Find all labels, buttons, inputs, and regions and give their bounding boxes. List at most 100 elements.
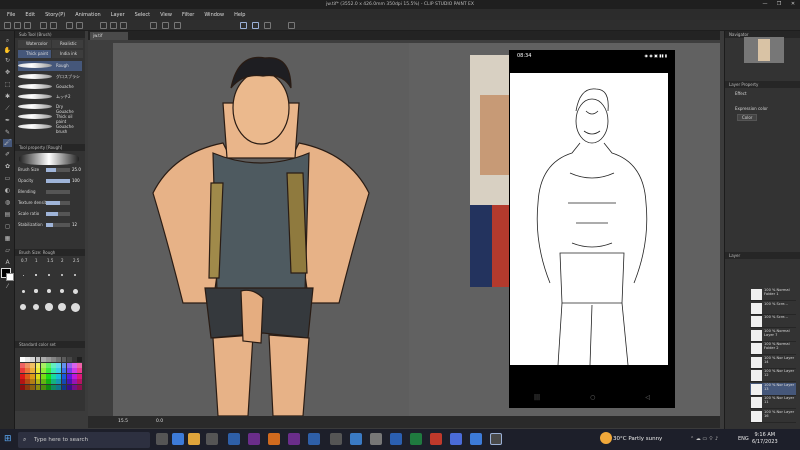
app-icon[interactable] <box>370 433 382 445</box>
snap-icon[interactable] <box>150 22 157 29</box>
auto-select-icon[interactable]: ✱ <box>3 93 12 101</box>
color-swatch[interactable] <box>56 357 62 362</box>
brush-size-preset[interactable] <box>20 304 26 310</box>
color-swatch[interactable] <box>20 368 25 373</box>
redo-icon[interactable] <box>50 22 57 29</box>
sub-color-swatch[interactable] <box>6 273 14 281</box>
color-swatch[interactable] <box>66 373 72 379</box>
color-swatch[interactable] <box>66 379 72 384</box>
zoom-icon[interactable]: ⌕ <box>3 37 12 45</box>
snap-special-ruler-icon[interactable] <box>252 22 259 29</box>
color-swatch[interactable] <box>72 368 77 373</box>
app-icon[interactable] <box>470 433 482 445</box>
color-swatch[interactable] <box>56 379 62 384</box>
navigator-thumbnail[interactable] <box>744 37 784 63</box>
color-swatch[interactable] <box>66 384 72 390</box>
property-slider[interactable] <box>46 168 70 172</box>
artboard[interactable] <box>113 43 409 417</box>
brush-size-preset[interactable] <box>47 289 51 293</box>
color-swatch[interactable] <box>20 384 25 390</box>
color-swatch[interactable] <box>46 368 51 373</box>
frame-icon[interactable]: ▦ <box>3 235 12 243</box>
color-swatch[interactable] <box>30 373 36 379</box>
color-swatch[interactable] <box>51 362 56 368</box>
color-swatch[interactable] <box>25 384 30 390</box>
menu-edit[interactable]: Edit <box>20 12 40 18</box>
layer-row[interactable]: 100 % Scre... <box>750 315 796 328</box>
gradient-icon[interactable]: ▤ <box>3 211 12 219</box>
color-swatch[interactable] <box>72 357 77 362</box>
minimize-button[interactable]: — <box>758 0 772 9</box>
color-swatch[interactable] <box>61 373 67 379</box>
eyedropper-icon[interactable]: ⟋ <box>3 105 12 113</box>
brush-icon[interactable]: 🖌 <box>3 139 12 147</box>
color-swatch[interactable] <box>51 379 56 384</box>
expression-color-dropdown[interactable]: Color <box>737 114 758 121</box>
brush-size-preset[interactable] <box>34 289 38 293</box>
color-swatch[interactable] <box>61 357 67 362</box>
property-row[interactable]: Scale ratio <box>16 210 82 218</box>
brush-thick-oil[interactable]: Thick oil paint <box>18 112 82 124</box>
color-swatch[interactable] <box>35 373 41 379</box>
maximize-button[interactable]: ❐ <box>772 0 786 9</box>
clip-studio-icon[interactable] <box>490 433 502 445</box>
taskbar-search-input[interactable]: Type here to search <box>18 432 150 448</box>
brush-size-preset[interactable] <box>70 302 80 312</box>
illustrator-icon[interactable] <box>268 433 280 445</box>
fill-bucket-icon[interactable]: ◍ <box>3 199 12 207</box>
layer-row[interactable]: 100 % Nor Layer 11 <box>750 396 796 409</box>
steam-icon[interactable] <box>350 433 362 445</box>
snap-grid-icon[interactable] <box>264 22 271 29</box>
color-swatch[interactable] <box>40 379 46 384</box>
property-slider[interactable] <box>46 190 70 194</box>
color-swatch[interactable] <box>61 384 67 390</box>
tab-india-ink[interactable]: India ink <box>52 50 83 58</box>
color-swatch[interactable] <box>61 368 67 373</box>
taskbar-clock[interactable]: 9:16 AM 6/17/2023 <box>752 432 778 446</box>
color-swatch[interactable] <box>25 368 30 373</box>
color-swatch[interactable] <box>30 357 36 362</box>
app-icon[interactable] <box>330 433 342 445</box>
windows-start-icon[interactable]: ⊞ <box>4 433 16 445</box>
color-swatch[interactable] <box>30 379 36 384</box>
menu-filter[interactable]: Filter <box>177 12 199 18</box>
color-swatch[interactable] <box>25 362 30 368</box>
color-swatch[interactable] <box>72 384 77 390</box>
language-indicator[interactable]: ENG <box>738 436 749 442</box>
zoom-level[interactable]: 15.5 <box>118 416 128 428</box>
layer-row[interactable]: 100 % Scre... <box>750 302 796 315</box>
color-picker-icon[interactable] <box>288 22 295 29</box>
property-slider[interactable] <box>46 179 70 183</box>
color-swatch[interactable] <box>56 373 62 379</box>
hand-icon[interactable]: ✋ <box>3 47 12 55</box>
ruler-icon[interactable] <box>162 22 169 29</box>
color-swatch[interactable] <box>40 384 46 390</box>
brush-size-preset[interactable] <box>72 288 78 294</box>
fill-icon[interactable] <box>76 22 83 29</box>
grid-icon[interactable] <box>174 22 181 29</box>
tab-thick-paint[interactable]: Thick paint <box>18 50 51 58</box>
color-swatch[interactable] <box>46 384 51 390</box>
property-slider[interactable] <box>46 223 70 227</box>
system-tray[interactable]: ⌃ ☁ ▭ ⌔ ♪ <box>690 436 718 442</box>
color-swatch[interactable] <box>40 362 46 368</box>
color-swatch[interactable] <box>46 373 51 379</box>
color-swatch[interactable] <box>51 384 56 390</box>
color-swatch[interactable] <box>77 368 82 373</box>
menu-window[interactable]: Window <box>199 12 229 18</box>
property-row[interactable]: Texture density <box>16 199 82 207</box>
property-row[interactable]: Stabilization 12 <box>16 221 82 229</box>
brush-gloss[interactable]: グロスブラシ <box>18 72 82 82</box>
color-swatch[interactable] <box>51 373 56 379</box>
color-swatch[interactable] <box>40 357 46 362</box>
color-swatch[interactable] <box>66 368 72 373</box>
text-icon[interactable]: A <box>3 259 12 267</box>
color-swatch[interactable] <box>35 362 41 368</box>
menu-help[interactable]: Help <box>229 12 250 18</box>
deselect-icon[interactable] <box>110 22 117 29</box>
layer-row[interactable]: 100 % Nor Layer 13 <box>750 382 796 396</box>
clear-icon[interactable] <box>66 22 73 29</box>
color-swatch[interactable] <box>61 379 67 384</box>
color-swatch[interactable] <box>77 362 82 368</box>
task-view-icon[interactable] <box>156 433 168 445</box>
